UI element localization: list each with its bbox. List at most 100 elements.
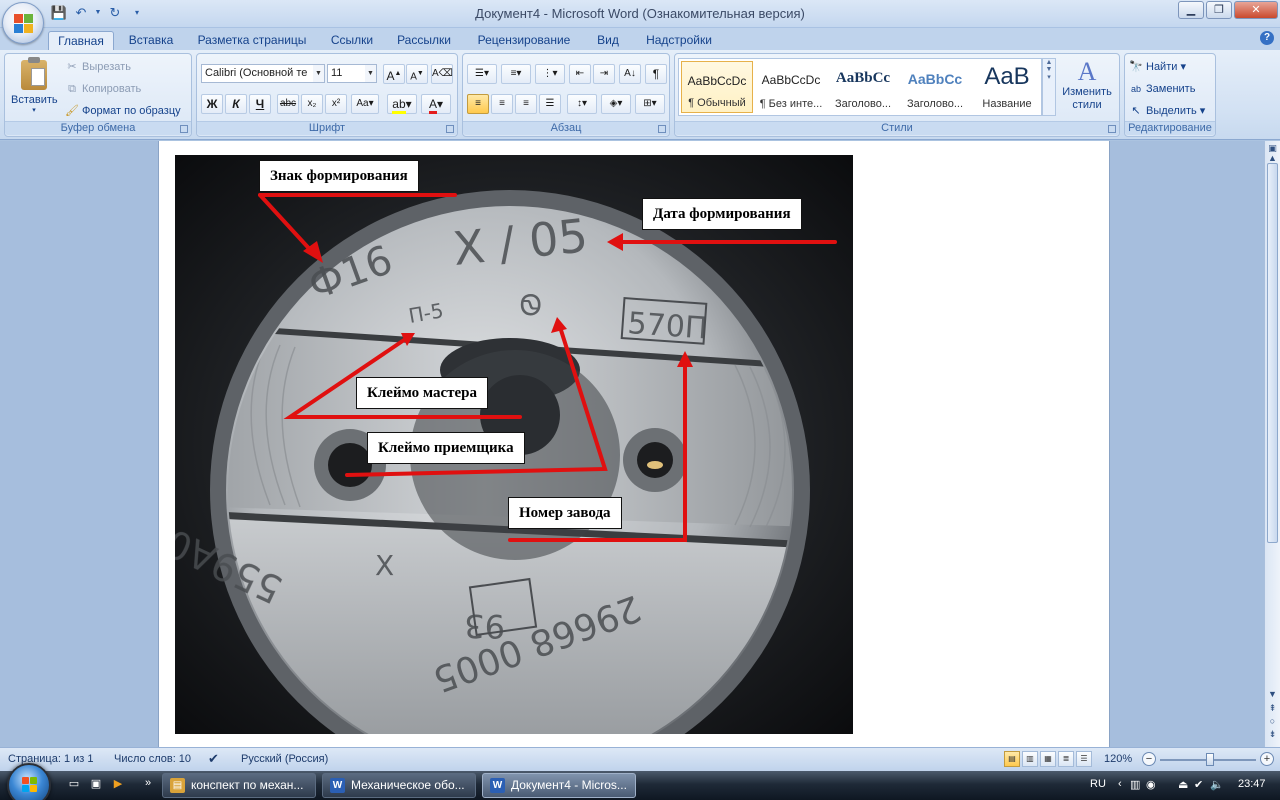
previous-page-icon[interactable]: ⇞ xyxy=(1267,703,1278,714)
network-icon[interactable]: ▥ xyxy=(1130,778,1140,791)
clipboard-launcher-icon[interactable] xyxy=(180,125,188,133)
web-layout-icon[interactable]: ▦ xyxy=(1040,751,1056,767)
align-center-button[interactable]: ≡ xyxy=(491,94,513,114)
taskbar-item-konspekt[interactable]: ▤ конспект по механ... xyxy=(162,773,316,798)
bullets-button[interactable]: ☰▾ xyxy=(467,64,497,84)
style-sample: AaB xyxy=(984,63,1030,90)
tab-page-layout[interactable]: Разметка страницы xyxy=(193,31,311,50)
help-icon[interactable]: ? xyxy=(1260,31,1274,45)
font-launcher-icon[interactable] xyxy=(446,125,454,133)
line-spacing-button[interactable]: ↕▾ xyxy=(567,94,597,114)
tab-mailings[interactable]: Рассылки xyxy=(393,31,455,50)
quick-launch-more-icon[interactable]: » xyxy=(140,777,156,793)
full-screen-reading-icon[interactable]: ▥ xyxy=(1022,751,1038,767)
print-layout-icon[interactable]: ▤ xyxy=(1004,751,1020,767)
keyboard-language[interactable]: RU xyxy=(1090,778,1106,790)
close-button[interactable]: ✕ xyxy=(1234,1,1278,19)
office-button[interactable] xyxy=(2,2,44,44)
media-player-icon[interactable]: ▶ xyxy=(110,777,126,793)
borders-button[interactable]: ⊞▾ xyxy=(635,94,665,114)
tab-addins[interactable]: Надстройки xyxy=(640,31,718,50)
scroll-up-icon[interactable]: ▲ xyxy=(1267,153,1278,163)
tab-view[interactable]: Вид xyxy=(590,31,626,50)
strikethrough-button[interactable]: abc xyxy=(277,94,299,114)
style-title[interactable]: AaB Название xyxy=(971,61,1043,113)
change-case-button[interactable]: Aa▾ xyxy=(351,94,379,114)
browse-object-icon[interactable]: ○ xyxy=(1267,716,1278,726)
underline-button[interactable]: Ч xyxy=(249,94,271,114)
switch-windows-icon[interactable]: ▣ xyxy=(88,777,104,793)
chevron-down-icon[interactable]: ▼ xyxy=(313,65,324,82)
sort-button[interactable]: A↓ xyxy=(619,64,641,84)
align-right-button[interactable]: ≡ xyxy=(515,94,537,114)
bold-button[interactable]: Ж xyxy=(201,94,223,114)
maximize-button[interactable]: ❐ xyxy=(1206,1,1232,19)
shrink-font-button[interactable]: A▼ xyxy=(406,64,428,84)
find-button[interactable]: 🔭 Найти ▾ xyxy=(1129,60,1186,74)
italic-button[interactable]: К xyxy=(225,94,247,114)
decrease-indent-button[interactable]: ⇤ xyxy=(569,64,591,84)
chevron-down-icon[interactable]: ▼ xyxy=(365,65,376,82)
grow-font-button[interactable]: A▲ xyxy=(383,64,405,84)
numbering-button[interactable]: ≡▾ xyxy=(501,64,531,84)
tab-insert[interactable]: Вставка xyxy=(122,31,180,50)
format-painter-button[interactable]: 🖌 Формат по образцу xyxy=(65,104,181,118)
font-name-combo[interactable]: Calibri (Основной те ▼ xyxy=(201,64,325,83)
next-page-icon[interactable]: ⇟ xyxy=(1267,729,1278,740)
paste-dropdown-icon[interactable]: ▾ xyxy=(11,106,57,114)
draft-view-icon[interactable]: ☰ xyxy=(1076,751,1092,767)
change-styles-button[interactable]: A Изменить стили xyxy=(1058,58,1116,112)
subscript-button[interactable]: x₂ xyxy=(301,94,323,114)
zoom-in-icon[interactable]: + xyxy=(1260,752,1274,766)
scroll-down-icon[interactable]: ▼ xyxy=(1267,689,1278,699)
vertical-scrollbar[interactable]: ▣ ▲ ▼ ⇞ ○ ⇟ xyxy=(1264,141,1280,747)
tray-app-icon[interactable]: ◉ xyxy=(1146,778,1156,791)
superscript-button[interactable]: x² xyxy=(325,94,347,114)
clear-formatting-icon[interactable]: A⌫ xyxy=(431,64,453,84)
volume-icon[interactable]: 🔈 xyxy=(1210,778,1224,791)
paste-button[interactable]: Вставить ▾ xyxy=(11,57,58,118)
taskbar-item-mechanical[interactable]: W Механическое обо... xyxy=(322,773,476,798)
language-indicator[interactable]: Русский (Россия) xyxy=(241,753,328,765)
tab-review[interactable]: Рецензирование xyxy=(470,31,578,50)
word-count[interactable]: Число слов: 10 xyxy=(114,753,191,765)
scrollbar-thumb[interactable] xyxy=(1267,163,1278,543)
zoom-out-icon[interactable]: − xyxy=(1142,752,1156,766)
spelling-check-icon[interactable]: ✔ xyxy=(208,751,219,767)
style-no-spacing[interactable]: AaBbCcDc ¶ Без инте... xyxy=(755,61,827,113)
tray-security-icon[interactable]: ✔ xyxy=(1194,778,1203,791)
style-heading-2[interactable]: AaBbCc Заголово... xyxy=(899,61,971,113)
increase-indent-button[interactable]: ⇥ xyxy=(593,64,615,84)
styles-launcher-icon[interactable] xyxy=(1108,125,1116,133)
select-button[interactable]: ↖ Выделить ▾ xyxy=(1129,104,1205,118)
replace-button[interactable]: ab Заменить xyxy=(1129,82,1195,96)
outline-view-icon[interactable]: ≣ xyxy=(1058,751,1074,767)
copy-button[interactable]: ⧉ Копировать xyxy=(65,82,141,96)
show-desktop-icon[interactable]: ▭ xyxy=(66,777,82,793)
cut-button[interactable]: ✂ Вырезать xyxy=(65,60,131,74)
tab-home[interactable]: Главная xyxy=(48,31,114,50)
style-heading-1[interactable]: AaBbCc Заголово... xyxy=(827,61,899,113)
zoom-level[interactable]: 120% xyxy=(1104,753,1132,765)
start-button[interactable] xyxy=(7,763,51,800)
style-normal[interactable]: AaBbCcDc ¶ Обычный xyxy=(681,61,753,113)
styles-gallery-scroll[interactable]: ▲ ▼ ▾ xyxy=(1042,58,1056,116)
multilevel-list-button[interactable]: ⋮▾ xyxy=(535,64,565,84)
paragraph-launcher-icon[interactable] xyxy=(658,125,666,133)
document-image[interactable]: Ф16 X / 05 П-5 Ꮻ 570П 559А056 29668 0005… xyxy=(175,155,853,734)
minimize-button[interactable]: ▁ xyxy=(1178,1,1204,19)
tab-references[interactable]: Ссылки xyxy=(324,31,380,50)
highlight-button[interactable]: ab▾ xyxy=(387,94,417,114)
safely-remove-icon[interactable]: ⏏ xyxy=(1178,778,1188,791)
justify-button[interactable]: ☰ xyxy=(539,94,561,114)
clock[interactable]: 23:47 xyxy=(1238,778,1266,790)
page-count[interactable]: Страница: 1 из 1 xyxy=(8,753,94,765)
zoom-slider-thumb[interactable] xyxy=(1206,753,1214,766)
tray-expand-icon[interactable]: ‹ xyxy=(1118,778,1122,790)
show-formatting-button[interactable]: ¶ xyxy=(645,64,667,84)
align-left-button[interactable]: ≡ xyxy=(467,94,489,114)
font-color-button[interactable]: A▾ xyxy=(421,94,451,114)
taskbar-item-document4[interactable]: W Документ4 - Micros... xyxy=(482,773,636,798)
shading-button[interactable]: ◈▾ xyxy=(601,94,631,114)
font-size-combo[interactable]: 11 ▼ xyxy=(327,64,377,83)
